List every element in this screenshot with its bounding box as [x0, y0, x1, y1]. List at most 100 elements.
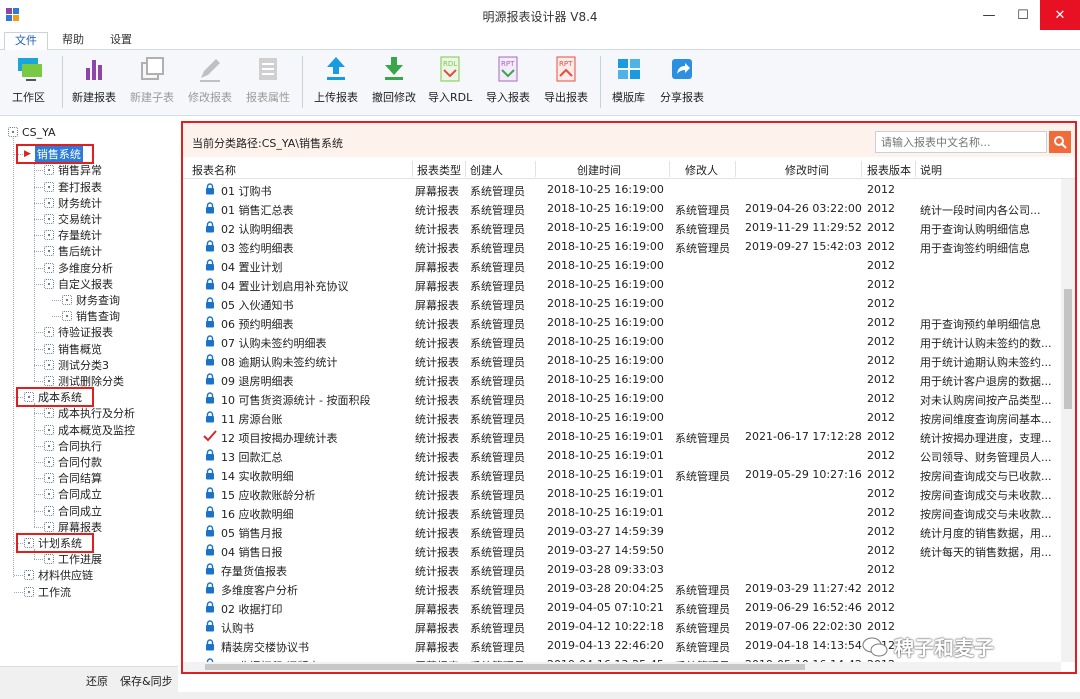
tree-node[interactable]: 多维度分析 [44, 260, 113, 276]
import-report-button[interactable]: RPT 导入报表 [486, 54, 530, 110]
table-cell: 2012 [867, 316, 895, 329]
tree-node[interactable]: 交易统计 [44, 211, 102, 227]
table-row[interactable]: 10 可售货资源统计 - 按面积段 统计报表 系统管理员 2018-10-25 16:… [183, 389, 1061, 408]
tree-node[interactable]: 销售异常 [44, 162, 102, 178]
maximize-button[interactable]: ☐ [1006, 0, 1040, 30]
table-row[interactable]: 12 项目按揭办理统计表 统计报表 系统管理员 2018-10-25 16:19:01… [183, 427, 1061, 446]
column-header[interactable]: 修改时间 [785, 162, 829, 178]
table-row[interactable]: 04 置业计划启用补充协议 屏幕报表 系统管理员 2018-10-25 16:19:0… [183, 275, 1061, 294]
template-library-button[interactable]: 模版库 [612, 54, 645, 110]
table-row[interactable]: 07 认购未签约明细表 统计报表 系统管理员 2018-10-25 16:19:00 2… [183, 332, 1061, 351]
tree-root[interactable]: CS_YA [8, 124, 56, 140]
new-report-button[interactable]: 新建报表 [72, 54, 116, 110]
tree-node[interactable]: 套打报表 [44, 179, 102, 195]
lock-icon [205, 582, 215, 594]
table-row[interactable]: 08 逾期认购未签约统计 统计报表 系统管理员 2018-10-25 16:19:00… [183, 351, 1061, 370]
table-row[interactable]: 05 销售月报 统计报表 系统管理员 2019-03-27 14:59:39 2012 统… [183, 522, 1061, 541]
horizontal-scroll-thumb[interactable] [205, 664, 805, 670]
table-row[interactable]: 02 收据打印 屏幕报表 系统管理员 2019-04-05 07:10:21 系统管理员… [183, 598, 1061, 617]
table-row[interactable]: 04 置业计划 屏幕报表 系统管理员 2018-10-25 16:19:00 2012 [183, 256, 1061, 275]
table-row[interactable]: 14 实收款明细 统计报表 系统管理员 2018-10-25 16:19:01 系统管理… [183, 465, 1061, 484]
table-cell: 系统管理员 [470, 565, 525, 578]
new-subtable-button[interactable]: 新建子表 [130, 54, 174, 110]
search-input[interactable] [875, 131, 1047, 153]
table-cell: 统计报表 [415, 413, 459, 426]
menu-tab-help[interactable]: 帮助 [52, 32, 94, 50]
tree-node[interactable]: 财务查询 [62, 292, 120, 308]
tree-node[interactable]: 待验证报表 [44, 324, 113, 340]
menu-tab-settings[interactable]: 设置 [100, 32, 142, 50]
tree-node[interactable]: 合同执行 [44, 438, 102, 454]
table-row[interactable]: 存量货值报表 统计报表 系统管理员 2019-03-28 09:33:03 2012 [183, 560, 1061, 579]
table-row[interactable]: 13 回款汇总 统计报表 系统管理员 2018-10-25 16:19:01 2012 公… [183, 446, 1061, 465]
tree-node[interactable]: 合同成立 [44, 503, 102, 519]
menu-tab-file[interactable]: 文件 [4, 32, 48, 50]
lock-icon [205, 335, 215, 347]
table-cell: 系统管理员 [470, 375, 525, 388]
tree-node[interactable]: 成本执行及分析 [44, 405, 135, 421]
tree-node[interactable]: 财务统计 [44, 195, 102, 211]
table-cell: 2012 [867, 525, 895, 538]
restore-button[interactable]: 还原 [86, 673, 108, 689]
table-row[interactable]: 16 应收款明细 统计报表 系统管理员 2018-10-25 16:19:01 2012… [183, 503, 1061, 522]
upload-report-button[interactable]: 上传报表 [314, 54, 358, 110]
column-header[interactable]: 报表版本 [867, 162, 911, 178]
table-cell: 系统管理员 [470, 337, 525, 350]
table-row[interactable]: 03 签约明细表 统计报表 系统管理员 2018-10-25 16:19:00 系统管理… [183, 237, 1061, 256]
folder-icon [24, 570, 34, 581]
table-row[interactable]: 15 应收款账龄分析 统计报表 系统管理员 2018-10-25 16:19:01 20… [183, 484, 1061, 503]
search-button[interactable] [1049, 131, 1071, 153]
table-row[interactable]: 06 预约明细表 统计报表 系统管理员 2018-10-25 16:19:00 2012… [183, 313, 1061, 332]
table-cell: 统计报表 [415, 508, 459, 521]
column-header[interactable]: 修改人 [685, 162, 718, 178]
minimize-button[interactable]: — [972, 0, 1006, 30]
tree-node[interactable]: 自定义报表 [44, 276, 113, 292]
rdl-icon: RDL [435, 54, 465, 84]
highlight-box [16, 387, 94, 408]
table-row[interactable]: 05 入伙通知书 屏幕报表 系统管理员 2018-10-25 16:19:00 2012 [183, 294, 1061, 313]
tree-node[interactable]: 合同结算 [44, 470, 102, 486]
table-cell: 系统管理员 [470, 622, 525, 635]
edit-report-button[interactable]: 修改报表 [188, 54, 232, 110]
workspace-button[interactable]: 工作区 [12, 54, 45, 110]
table-cell: 2012 [867, 506, 895, 519]
table-cell: 2012 [867, 335, 895, 348]
column-header[interactable]: 创建人 [470, 162, 503, 178]
tree-node[interactable]: 测试分类3 [44, 357, 109, 373]
table-row[interactable]: 11 房源台账 统计报表 系统管理员 2018-10-25 16:19:00 2012 按… [183, 408, 1061, 427]
import-rdl-button[interactable]: RDL 导入RDL [428, 54, 472, 110]
share-report-button[interactable]: 分享报表 [660, 54, 704, 110]
table-row[interactable]: 04 销售日报 统计报表 系统管理员 2019-03-27 14:59:50 2012 统… [183, 541, 1061, 560]
tree-node[interactable]: 工作流 [24, 584, 71, 600]
table-row[interactable]: 多维度客户分析 统计报表 系统管理员 2019-03-28 20:04:25 系统管理员… [183, 579, 1061, 598]
column-header[interactable]: 创建时间 [577, 162, 621, 178]
tree-node[interactable]: 销售概览 [44, 341, 102, 357]
close-button[interactable]: ✕ [1040, 0, 1080, 30]
table-row[interactable]: 01 销售汇总表 统计报表 系统管理员 2018-10-25 16:19:00 系统管理… [183, 199, 1061, 218]
table-row[interactable]: 01 订购书 屏幕报表 系统管理员 2018-10-25 16:19:00 2012 [183, 180, 1061, 199]
tree-node[interactable]: 工作进展 [44, 551, 102, 567]
tree-node[interactable]: 售后统计 [44, 243, 102, 259]
tree-node[interactable]: 合同付款 [44, 454, 102, 470]
lock-icon [205, 449, 215, 461]
tree-node[interactable]: 销售查询 [62, 308, 120, 324]
tree-node[interactable]: 合同成立 [44, 486, 102, 502]
table-cell: 用于统计逾期认购未签约... [920, 356, 1052, 369]
save-sync-button[interactable]: 保存&同步 [120, 673, 173, 689]
tree-node[interactable]: 成本概览及监控 [44, 422, 135, 438]
tree-node[interactable]: 存量统计 [44, 227, 102, 243]
revert-changes-button[interactable]: 撤回修改 [372, 54, 416, 110]
vertical-scrollbar[interactable] [1061, 179, 1075, 662]
report-properties-button[interactable]: 报表属性 [246, 54, 290, 110]
table-cell: 统计报表 [415, 394, 459, 407]
column-header[interactable]: 说明 [920, 162, 942, 178]
table-row[interactable]: 02 认购明细表 统计报表 系统管理员 2018-10-25 16:19:00 系统管理… [183, 218, 1061, 237]
export-report-button[interactable]: RPT 导出报表 [544, 54, 588, 110]
column-header[interactable]: 报表类型 [417, 162, 461, 178]
table-cell: 01 订购书 [221, 185, 272, 198]
column-header[interactable]: 报表名称 [192, 162, 236, 178]
horizontal-scrollbar[interactable] [183, 662, 1061, 672]
table-row[interactable]: 09 退房明细表 统计报表 系统管理员 2018-10-25 16:19:00 2012… [183, 370, 1061, 389]
vertical-scroll-thumb[interactable] [1064, 289, 1072, 409]
tree-node[interactable]: 材料供应链 [24, 567, 93, 583]
